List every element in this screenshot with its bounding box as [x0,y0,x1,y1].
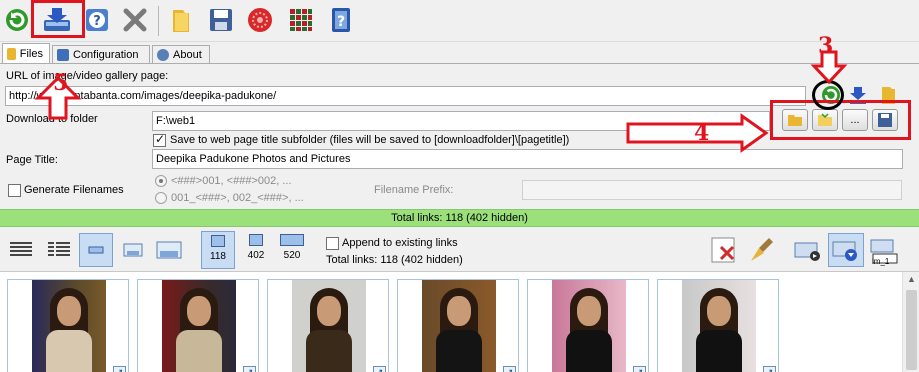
view-toolbar: 118 402 520 Append to existing links Tot… [0,227,919,272]
annotation-number-3: 3 [818,33,834,59]
total-links-status: Total links: 118 (402 hidden) [0,209,919,227]
photo-thumbnail [682,280,756,372]
save-icon[interactable] [204,3,238,37]
image-icon [249,234,263,246]
download-selected-icon[interactable] [828,233,864,267]
thumbnail-grid: ↗ ↗ ↗ ↗ ↗ ↗ [0,272,919,372]
tab-label: Files [19,48,43,60]
tab-label: Configuration [73,49,139,61]
annotation-number-5: 5 [53,70,69,96]
info-book-icon[interactable]: ? [324,3,358,37]
main-toolbar: ? ? [0,0,919,42]
append-existing-checkbox[interactable] [326,237,339,250]
total-links-label: Total links: 118 (402 hidden) [326,254,463,266]
delete-links-icon[interactable] [706,233,742,267]
folder-icon[interactable] [164,3,198,37]
naming-option-label-2: 001_<###>, 002_<###>, ... [171,192,304,204]
save-subfolder-checkbox[interactable] [153,132,166,147]
size-filter-402[interactable]: 402 [239,231,273,269]
url-input[interactable]: http://www.santabanta.com/images/deepika… [5,86,806,106]
refresh-icon[interactable] [0,3,34,37]
size-filter-520[interactable]: 520 [275,231,309,269]
link-icon: ↗ [633,366,646,372]
download-folder-label: Download to folder [6,113,98,125]
generate-filenames-checkbox[interactable] [8,184,21,197]
grid-icon[interactable] [284,3,318,37]
page-title-label: Page Title: [6,154,58,166]
tab-label: About [173,49,202,61]
annotation-box-folder-buttons [770,100,911,140]
url-label: URL of image/video gallery page: [6,70,169,82]
save-subfolder-label: Save to web page title subfolder (files … [170,134,570,146]
svg-text:?: ? [337,14,345,30]
annotation-number-4: 4 [694,120,710,146]
settings-icon [57,49,69,61]
link-icon: ↗ [113,366,126,372]
naming-option-label-1: <###>001, <###>002, ... [171,175,292,187]
thumbnail-item[interactable]: ↗ [137,279,259,372]
record-icon[interactable] [243,3,277,37]
append-existing-label: Append to existing links [342,237,458,249]
link-icon [211,235,225,247]
size-filter-label: 402 [247,250,265,261]
photo-thumbnail [292,280,366,372]
link-icon: ↗ [243,366,256,372]
thumbnail-item[interactable]: ↗ [657,279,779,372]
info-icon [157,49,169,61]
annotation-circle-refresh [812,80,844,110]
naming-option-radio-1[interactable] [155,175,167,187]
thumbnail-item[interactable]: ↗ [397,279,519,372]
tab-configuration[interactable]: Configuration [52,45,150,64]
small-icons-view-icon[interactable] [79,233,113,267]
link-icon: ↗ [763,366,776,372]
thumbnail-item[interactable]: ↗ [527,279,649,372]
photo-thumbnail [422,280,496,372]
export-list-label: lm_1 [872,257,890,266]
tab-files[interactable]: Files [2,43,50,64]
close-icon[interactable] [118,3,152,37]
list-view-icon[interactable] [42,233,76,267]
size-filter-118[interactable]: 118 [201,231,235,269]
filename-prefix-input[interactable] [522,180,902,200]
scrollbar-thumb[interactable] [906,290,917,370]
photo-thumbnail [552,280,626,372]
thumbnail-item[interactable]: ↗ [7,279,129,372]
all-links-icon [280,234,304,246]
generate-filenames-label: Generate Filenames [24,184,124,196]
folder-icon [7,48,16,60]
large-icons-view-icon[interactable] [152,233,186,267]
toolbar-separator [158,6,159,36]
details-view-icon[interactable] [4,233,38,267]
filename-prefix-label: Filename Prefix: [374,184,454,196]
thumbnail-scrollbar[interactable]: ▲ [902,272,919,372]
photo-thumbnail [162,280,236,372]
thumbnail-item[interactable]: ↗ [267,279,389,372]
help-icon[interactable]: ? [80,3,114,37]
download-folder-input[interactable]: F:\web1 [152,111,770,131]
link-icon: ↗ [503,366,516,372]
medium-icons-view-icon[interactable] [116,233,150,267]
link-icon: ↗ [373,366,386,372]
page-title-input[interactable]: Deepika Padukone Photos and Pictures [152,149,903,169]
size-filter-label: 520 [283,250,301,261]
annotation-box-download [31,0,85,38]
preview-links-icon[interactable] [790,233,826,267]
photo-thumbnail [32,280,106,372]
scroll-up-icon[interactable]: ▲ [903,274,919,288]
size-filter-label: 118 [210,251,226,262]
svg-text:?: ? [93,14,101,29]
naming-option-radio-2[interactable] [155,192,167,204]
tab-about[interactable]: About [152,45,210,64]
tab-strip: Files Configuration About [0,42,919,64]
clear-list-icon[interactable] [744,233,780,267]
